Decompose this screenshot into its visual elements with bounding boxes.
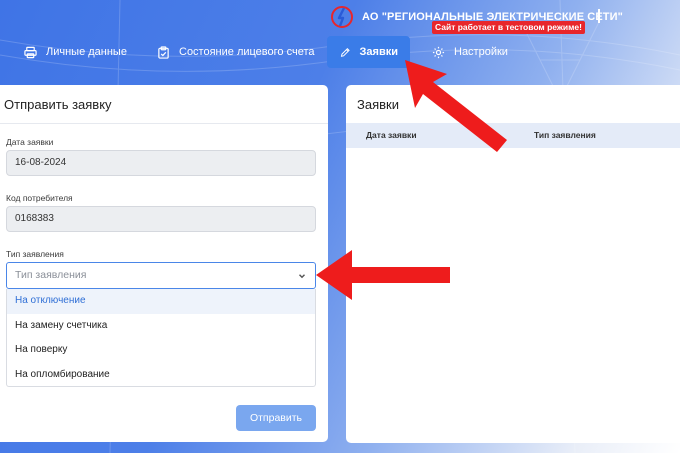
option-verification[interactable]: На поверку: [7, 338, 315, 363]
consumer-code-label: Код потребителя: [6, 193, 73, 203]
submit-request-panel: Отправить заявку Дата заявки 16-08-2024 …: [0, 85, 328, 442]
nav-item-label: Личные данные: [46, 46, 127, 58]
nav-item-label: Настройки: [454, 46, 508, 58]
request-type-label: Тип заявления: [6, 249, 64, 259]
test-mode-badge: Сайт работает в тестовом режиме!: [432, 21, 585, 34]
option-disconnect[interactable]: На отключение: [7, 289, 315, 314]
gear-icon: [432, 46, 445, 58]
brand-divider: [598, 9, 600, 23]
nav-item-personal-data[interactable]: Личные данные: [24, 36, 127, 68]
request-type-dropdown: На отключение На замену счетчика На пове…: [6, 289, 316, 387]
select-placeholder: Тип заявления: [15, 269, 87, 281]
clipboard-icon: [158, 45, 169, 59]
nav-item-settings[interactable]: Настройки: [432, 36, 508, 68]
nav-item-label: Заявки: [359, 46, 398, 58]
submit-button[interactable]: Отправить: [236, 405, 316, 431]
nav-item-account-status[interactable]: Состояние лицевого счета: [157, 36, 314, 68]
nav-item-requests[interactable]: Заявки: [327, 36, 410, 68]
date-label: Дата заявки: [6, 137, 54, 147]
form-title: Отправить заявку: [4, 97, 112, 112]
main-nav: Личные данные Состояние лицевого счета З…: [0, 36, 680, 68]
panel-divider: [0, 123, 328, 124]
option-meter-replacement[interactable]: На замену счетчика: [7, 314, 315, 339]
printer-icon: [24, 46, 37, 58]
column-header-type: Тип заявления: [534, 130, 596, 140]
option-sealing[interactable]: На опломбирование: [7, 363, 315, 388]
pencil-icon: [340, 47, 350, 57]
requests-panel: Заявки Дата заявки Тип заявления: [346, 85, 680, 443]
requests-title: Заявки: [357, 97, 399, 112]
consumer-code-field: 0168383: [6, 206, 316, 232]
requests-table-header: Дата заявки Тип заявления: [346, 123, 680, 148]
nav-item-label: Состояние лицевого счета: [179, 46, 315, 58]
company-logo-icon: [331, 6, 353, 28]
column-header-date: Дата заявки: [366, 130, 417, 140]
date-field: 16-08-2024: [6, 150, 316, 176]
request-type-select[interactable]: Тип заявления: [6, 262, 316, 289]
chevron-down-icon: [299, 274, 305, 279]
